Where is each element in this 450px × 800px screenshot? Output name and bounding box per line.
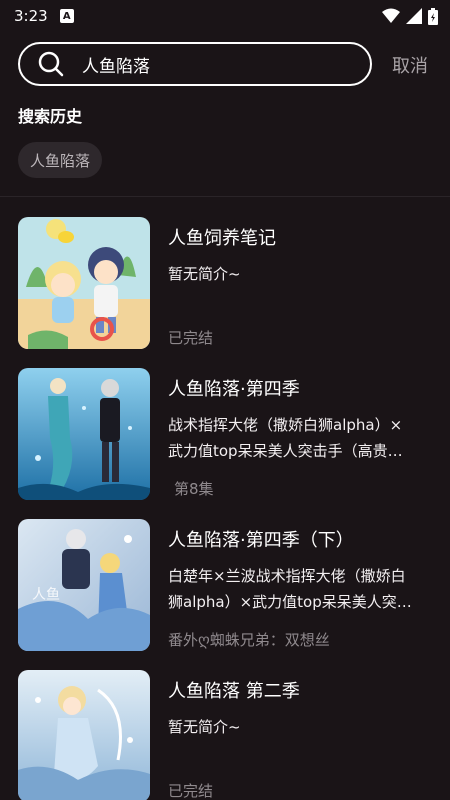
result-description-line: 白楚年×兰波战术指挥大佬（撒娇白 — [168, 567, 406, 585]
status-icons — [382, 7, 438, 25]
history-chip[interactable]: 人鱼陷落 — [18, 142, 103, 178]
result-episode: 第8集 — [174, 480, 214, 498]
search-row: 人鱼陷落 取消 — [0, 42, 450, 88]
result-title: 人鱼陷落 第二季 — [168, 681, 300, 702]
divider — [0, 196, 450, 197]
status-bar: 3:23 A — [0, 0, 450, 32]
result-status: 已完结 — [168, 782, 214, 800]
result-description: 战术指挥大佬（撒娇白狮alpha）× 武力值top呆呆美人突击手（高贵… — [168, 412, 434, 464]
result-status: 已完结 — [168, 329, 214, 347]
result-item[interactable]: 人鱼饲养笔记 暂无简介~ 已完结 — [0, 217, 450, 349]
result-description-line: 狮alpha）×武力值top呆呆美人突… — [168, 593, 412, 611]
search-query: 人鱼陷落 — [82, 56, 150, 77]
result-description: 暂无简介~ — [168, 718, 241, 736]
search-input[interactable]: 人鱼陷落 — [18, 42, 372, 86]
status-time: 3:23 — [14, 7, 48, 25]
search-icon — [38, 51, 64, 77]
result-item[interactable]: 人鱼 人鱼陷落·第四季（下） 白楚年×兰波战术指挥大佬（撒娇白 狮alpha）×… — [0, 519, 450, 651]
svg-text:人鱼: 人鱼 — [32, 586, 60, 603]
mermaid-cover-icon[interactable] — [18, 368, 150, 500]
result-description: 暂无简介~ — [168, 265, 241, 283]
mermaid-cover-icon[interactable] — [18, 670, 150, 800]
cartoon-cover-icon[interactable] — [18, 217, 150, 349]
result-title: 人鱼陷落·第四季 — [168, 379, 300, 400]
cancel-button[interactable]: 取消 — [392, 52, 428, 78]
mermaid-cover-icon[interactable]: 人鱼 — [18, 519, 150, 651]
result-description-line: 战术指挥大佬（撒娇白狮alpha）× — [168, 416, 403, 434]
result-episode: 番外ღ蜘蛛兄弟：双想丝 — [168, 631, 330, 649]
result-description: 白楚年×兰波战术指挥大佬（撒娇白 狮alpha）×武力值top呆呆美人突… — [168, 563, 434, 615]
notification-icon: A — [59, 9, 74, 23]
signal-icon — [406, 8, 422, 24]
wifi-icon — [382, 8, 400, 23]
search-history-title: 搜索历史 — [18, 107, 83, 126]
result-item[interactable]: 人鱼陷落·第四季 战术指挥大佬（撒娇白狮alpha）× 武力值top呆呆美人突击… — [0, 368, 450, 500]
result-title: 人鱼陷落·第四季（下） — [168, 530, 354, 551]
result-description-line: 武力值top呆呆美人突击手（高贵… — [168, 442, 403, 460]
battery-icon — [428, 7, 438, 25]
result-title: 人鱼饲养笔记 — [168, 228, 276, 249]
result-item[interactable]: 人鱼陷落 第二季 暂无简介~ 已完结 — [0, 670, 450, 800]
